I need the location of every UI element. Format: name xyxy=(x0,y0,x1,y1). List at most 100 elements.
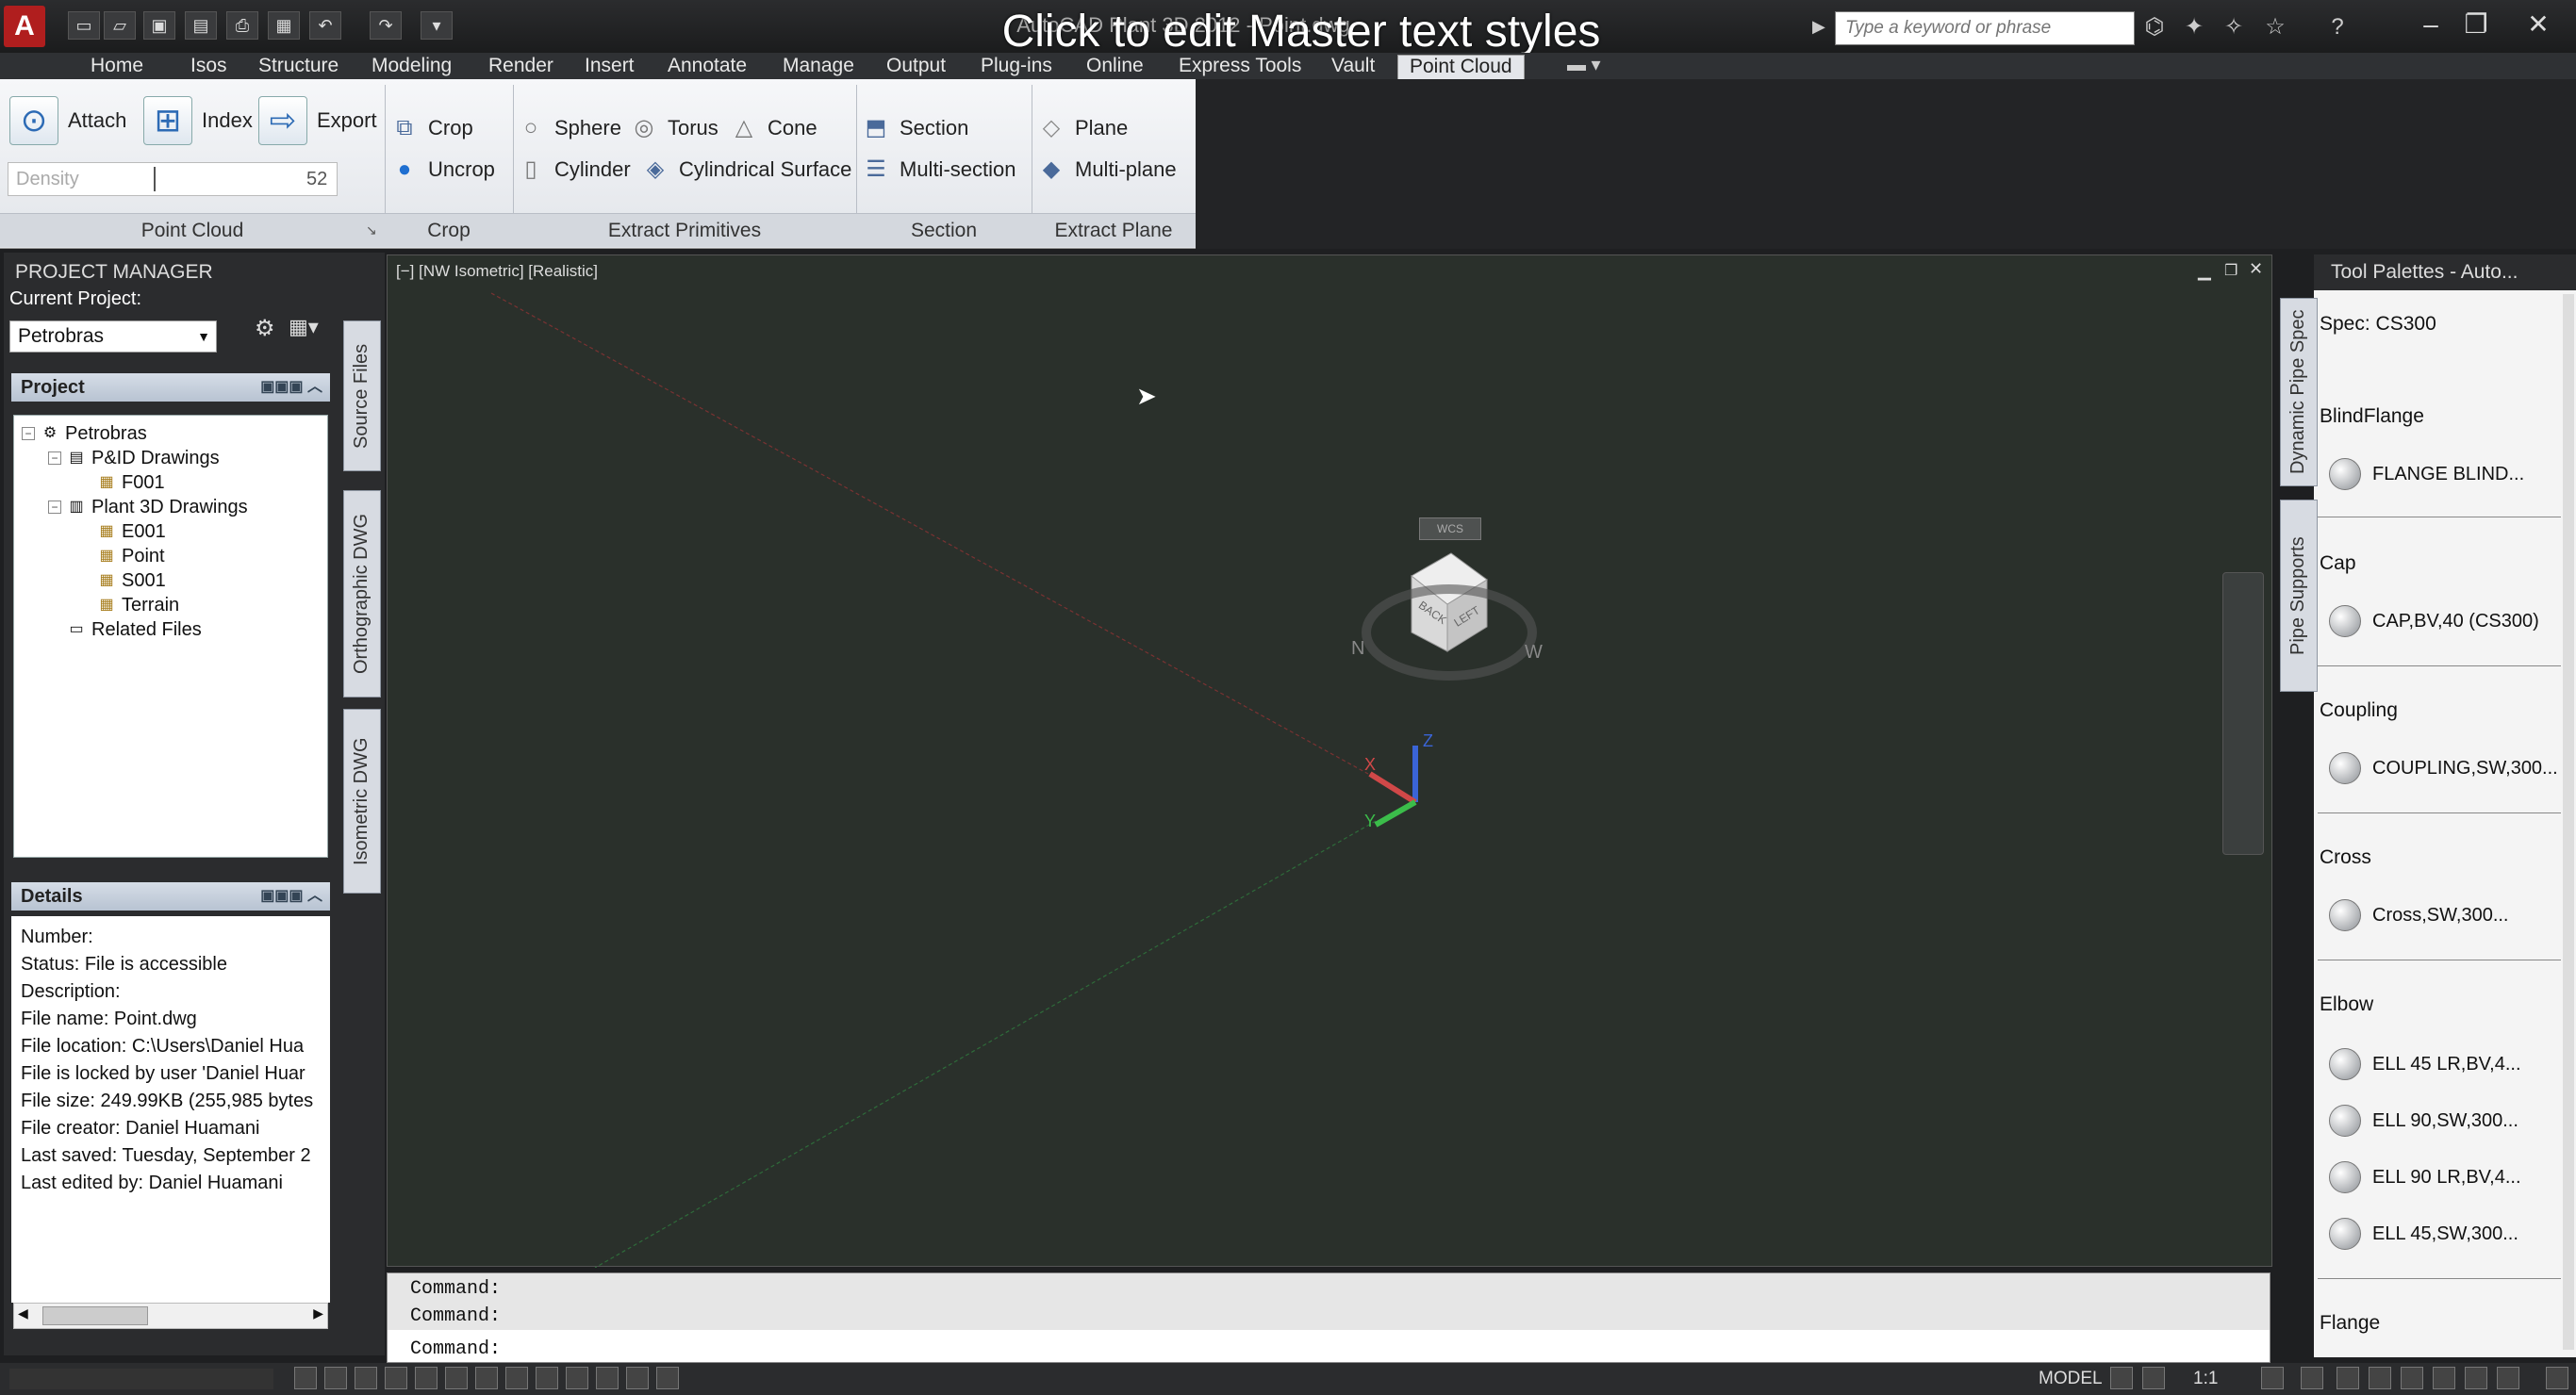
ribbon-options-icon[interactable]: ▬ ▾ xyxy=(1567,53,1601,76)
collapse-icon[interactable]: − xyxy=(48,451,61,465)
layout-2-icon[interactable] xyxy=(2142,1367,2165,1389)
quick-properties-icon[interactable] xyxy=(656,1367,679,1389)
tree-item-plant-3d-drawings[interactable]: − ▥ Plant 3D Drawings xyxy=(48,495,248,519)
infer-constraints-icon[interactable] xyxy=(294,1367,317,1389)
palette-item-ell-45-sw[interactable]: ELL 45,SW,300... xyxy=(2329,1218,2518,1250)
cone-button[interactable]: △ Cone xyxy=(730,109,817,147)
application-menu-button[interactable]: A xyxy=(4,6,45,47)
command-input[interactable]: Command: xyxy=(388,1336,2270,1363)
isolate-objects-icon[interactable] xyxy=(2433,1367,2455,1389)
palette-item-ell-45-lr-bv[interactable]: ELL 45 LR,BV,4... xyxy=(2329,1048,2521,1080)
viewport-restore-icon[interactable]: ❐ xyxy=(2224,261,2237,280)
wcs-menu-button[interactable]: WCS xyxy=(1419,517,1481,540)
tab-annotate[interactable]: Annotate xyxy=(656,55,758,79)
multi-section-button[interactable]: ☰ Multi-section xyxy=(862,151,1016,189)
model-space-button[interactable]: MODEL xyxy=(2039,1369,2103,1389)
tab-vault[interactable]: Vault xyxy=(1320,55,1386,79)
new-file-icon[interactable]: ▭ xyxy=(68,11,100,40)
status-bar-menu-icon[interactable] xyxy=(2465,1367,2487,1389)
search-expand-icon[interactable]: ▶ xyxy=(1812,17,1825,37)
details-toolbar-icons[interactable]: ▣▣▣ ︿ xyxy=(260,882,322,911)
tree-item-pid-drawings[interactable]: − ▤ P&ID Drawings xyxy=(48,446,220,470)
dynamic-input-icon[interactable] xyxy=(566,1367,588,1389)
layout-icon[interactable] xyxy=(2110,1367,2133,1389)
tab-orthographic-dwg[interactable]: Orthographic DWG xyxy=(343,490,381,698)
density-slider[interactable]: Density 52 xyxy=(8,162,338,196)
section-button[interactable]: ⬒ Section xyxy=(862,109,969,147)
3d-object-snap-icon[interactable] xyxy=(475,1367,498,1389)
palette-item-coupling[interactable]: COUPLING,SW,300... xyxy=(2329,752,2558,784)
palette-item-ell-90-lr-bv[interactable]: ELL 90 LR,BV,4... xyxy=(2329,1161,2521,1193)
print-icon[interactable]: ▦ xyxy=(268,11,300,40)
object-snap-tracking-icon[interactable] xyxy=(505,1367,528,1389)
tab-output[interactable]: Output xyxy=(875,55,957,79)
tab-plug-ins[interactable]: Plug-ins xyxy=(969,55,1064,79)
collapse-icon[interactable]: − xyxy=(48,501,61,514)
details-horizontal-scrollbar[interactable]: ◀ ▶ xyxy=(13,1303,328,1329)
customize-quick-access-icon[interactable]: ▾ xyxy=(421,11,453,40)
plot-icon[interactable]: ⎙ xyxy=(226,11,258,40)
tab-home[interactable]: Home xyxy=(79,55,155,79)
drawing-viewport[interactable]: Z X Y BACK LEFT N W WCS ▁ ❐ ✕ ➤ xyxy=(387,254,2272,1268)
binoculars-icon[interactable]: ⌬ xyxy=(2138,13,2171,41)
tree-item-e001[interactable]: ▦ E001 xyxy=(97,519,165,544)
cylinder-button[interactable]: ▯ Cylinder xyxy=(517,151,630,189)
communication-icon[interactable]: ✧ xyxy=(2218,13,2250,41)
save-icon[interactable]: ▣ xyxy=(143,11,175,40)
lineweight-icon[interactable] xyxy=(596,1367,619,1389)
viewport-close-icon[interactable]: ✕ xyxy=(2249,259,2263,279)
polar-tracking-icon[interactable] xyxy=(415,1367,438,1389)
transparency-icon[interactable] xyxy=(626,1367,649,1389)
torus-button[interactable]: ◎ Torus xyxy=(630,109,718,147)
tab-insert[interactable]: Insert xyxy=(573,55,646,79)
tree-item-terrain[interactable]: ▦ Terrain xyxy=(97,593,179,617)
hardware-acceleration-icon[interactable] xyxy=(2401,1367,2423,1389)
tab-render[interactable]: Render xyxy=(477,55,565,79)
panel-dialog-launcher-icon[interactable]: ↘ xyxy=(366,222,377,238)
navigation-bar[interactable] xyxy=(2222,572,2264,855)
tab-isometric-dwg[interactable]: Isometric DWG xyxy=(343,709,381,894)
density-slider-thumb[interactable] xyxy=(154,167,157,191)
tree-item-related-files[interactable]: ▭ Related Files xyxy=(67,617,201,642)
tree-item-petrobras[interactable]: − ⚙ Petrobras xyxy=(22,421,147,446)
redo-icon[interactable]: ↷ xyxy=(370,11,402,40)
clean-screen-icon[interactable] xyxy=(2497,1367,2519,1389)
viewport-controls-label[interactable]: [−] [NW Isometric] [Realistic] xyxy=(396,262,598,281)
tab-pipe-supports[interactable]: Pipe Supports xyxy=(2280,500,2318,692)
tree-item-point[interactable]: ▦ Point xyxy=(97,544,164,568)
tree-item-f001[interactable]: ▦ F001 xyxy=(97,470,164,495)
tab-source-files[interactable]: Source Files xyxy=(343,320,381,471)
plane-button[interactable]: ◇ Plane xyxy=(1037,109,1129,147)
viewport-minimize-icon[interactable]: ▁ xyxy=(2198,261,2211,281)
palette-item-ell-90-sw[interactable]: ELL 90,SW,300... xyxy=(2329,1105,2518,1137)
tab-dynamic-pipe-spec[interactable]: Dynamic Pipe Spec xyxy=(2280,298,2318,486)
tab-structure[interactable]: Structure xyxy=(247,55,350,79)
sphere-button[interactable]: ○ Sphere xyxy=(517,109,621,147)
minimize-window-icon[interactable]: – xyxy=(2410,8,2452,43)
attach-button[interactable]: ⊙ Attach xyxy=(9,96,126,145)
scroll-right-icon[interactable]: ▶ xyxy=(313,1305,323,1321)
dynamic-ucs-icon[interactable] xyxy=(536,1367,558,1389)
project-toolbar-icons[interactable]: ▣▣▣ ︿ xyxy=(260,373,322,402)
collapse-icon[interactable]: − xyxy=(22,427,35,440)
ortho-mode-icon[interactable] xyxy=(385,1367,407,1389)
tab-modeling[interactable]: Modeling xyxy=(360,55,463,79)
close-window-icon[interactable]: ✕ xyxy=(2518,8,2559,43)
restore-window-icon[interactable]: ❐ xyxy=(2455,8,2497,43)
help-icon[interactable]: ? xyxy=(2321,13,2353,41)
fullscreen-icon[interactable] xyxy=(2546,1367,2568,1389)
tab-online[interactable]: Online xyxy=(1075,55,1155,79)
tool-palette-scrollbar[interactable] xyxy=(2563,294,2574,1350)
multi-plane-button[interactable]: ◆ Multi-plane xyxy=(1037,151,1177,189)
index-button[interactable]: ⊞ Index xyxy=(143,96,253,145)
project-tools-icon[interactable]: ▦▾ xyxy=(289,315,319,339)
annotation-scale[interactable]: 1:1 xyxy=(2193,1369,2218,1389)
export-button[interactable]: ⇨ Export xyxy=(258,96,377,145)
scrollbar-thumb[interactable] xyxy=(42,1306,148,1325)
search-input[interactable] xyxy=(1835,11,2135,45)
palette-item-cap[interactable]: CAP,BV,40 (CS300) xyxy=(2329,605,2539,637)
grid-display-icon[interactable] xyxy=(355,1367,377,1389)
palette-item-cross[interactable]: Cross,SW,300... xyxy=(2329,899,2509,931)
scroll-left-icon[interactable]: ◀ xyxy=(18,1305,28,1321)
auto-scale-icon[interactable] xyxy=(2301,1367,2323,1389)
